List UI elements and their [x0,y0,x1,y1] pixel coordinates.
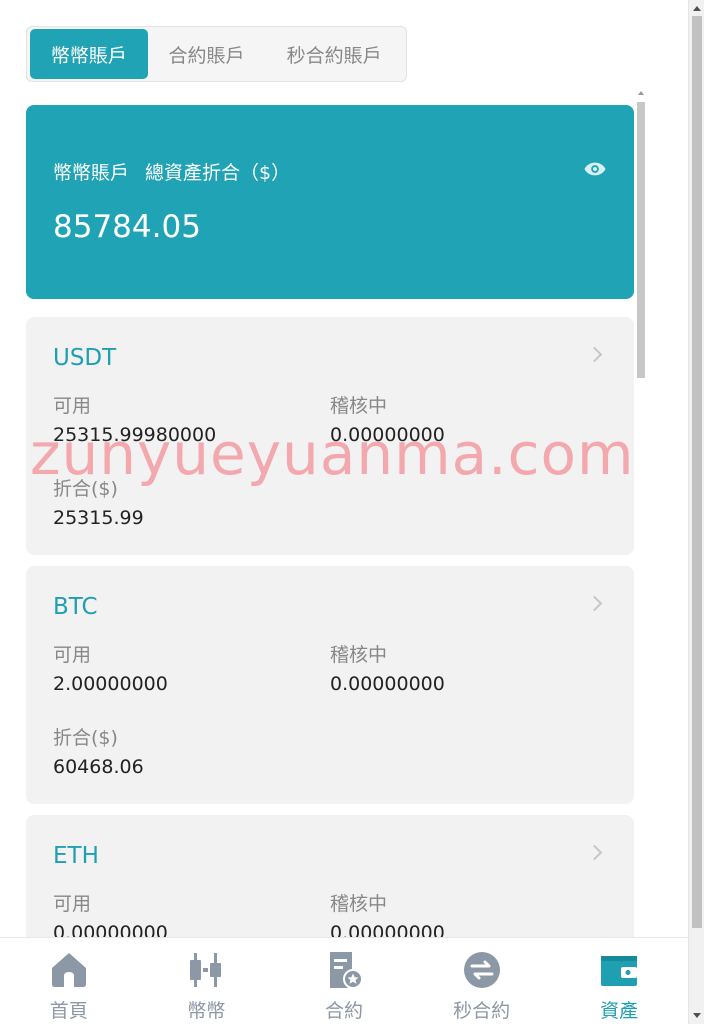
review-value: 0.00000000 [330,673,445,695]
available-value: 0.00000000 [53,922,168,937]
review-label: 稽核中 [330,395,388,417]
equiv-value: 60468.06 [53,756,144,778]
chevron-right-icon [586,346,603,363]
asset-card-btc[interactable]: BTC 可用 稽核中 2.00000000 0.00000000 折合($) 6… [26,566,634,804]
asset-card-eth[interactable]: ETH 可用 稽核中 0.00000000 0.00000000 [26,815,634,937]
equiv-value: 25315.99 [53,507,144,529]
nav-label-spot: 幣幣 [187,1000,226,1022]
available-value: 25315.99980000 [53,424,217,446]
swap-icon [463,952,500,988]
content-scrollbar[interactable] [634,88,648,938]
nav-item-assets[interactable]: 資產 [550,938,688,1024]
contract-icon [329,952,363,989]
total-assets-value: 85784.05 [53,209,201,245]
page-scrollbar-thumb[interactable] [692,16,702,928]
available-label: 可用 [53,395,92,417]
tab-spot-account[interactable]: 幣幣賬戶 [30,29,148,79]
review-label: 稽核中 [330,893,388,915]
review-value: 0.00000000 [330,424,445,446]
available-label: 可用 [53,644,92,666]
scroll-up-arrow-icon[interactable] [638,91,644,95]
account-tabs: 幣幣賬戶 合約賬戶 秒合約賬戶 [26,26,407,82]
nav-label-second-contract: 秒合約 [453,1000,511,1022]
scroll-down-arrow-icon[interactable] [693,1013,701,1018]
available-label: 可用 [53,893,92,915]
chevron-right-icon [586,595,603,612]
nav-label-contract: 合約 [324,1000,363,1022]
scrollbar-thumb[interactable] [637,102,645,378]
nav-item-home[interactable]: 首頁 [0,938,138,1024]
review-label: 稽核中 [330,644,388,666]
home-icon [51,953,86,987]
asset-card-usdt[interactable]: USDT 可用 稽核中 25315.99980000 0.00000000 折合… [26,317,634,555]
scroll-up-arrow-icon[interactable] [693,6,701,11]
bottom-nav: 首頁 幣幣 合約 秒合約 資產 [0,937,688,1024]
review-value: 0.00000000 [330,922,445,937]
account-label: 幣幣賬戶 [53,162,130,184]
total-assets-card: 幣幣賬戶 總資產折合（$） 85784.05 [26,105,634,299]
eye-icon[interactable] [584,162,606,176]
nav-item-contract[interactable]: 合約 [275,938,413,1024]
asset-list: 幣幣賬戶 總資產折合（$） 85784.05 USDT 可用 稽核中 25315.… [26,105,634,937]
available-value: 2.00000000 [53,673,168,695]
candlestick-icon [190,953,222,987]
nav-item-spot[interactable]: 幣幣 [138,938,276,1024]
page-scrollbar[interactable] [688,0,704,1024]
asset-name: ETH [53,843,99,869]
wallet-icon [601,956,638,986]
total-label: 總資產折合（$） [145,162,291,184]
asset-name: USDT [53,345,117,371]
tab-second-contract-account[interactable]: 秒合約賬戶 [265,29,403,79]
nav-item-second-contract[interactable]: 秒合約 [413,938,551,1024]
asset-name: BTC [53,594,98,620]
chevron-right-icon [586,844,603,861]
tab-contract-account[interactable]: 合約賬戶 [148,29,266,79]
equiv-label: 折合($) [53,478,118,500]
total-assets-label: 幣幣賬戶 總資產折合（$） [53,158,306,185]
equiv-label: 折合($) [53,727,118,749]
nav-label-assets: 資產 [600,1000,639,1022]
nav-label-home: 首頁 [49,1000,88,1022]
